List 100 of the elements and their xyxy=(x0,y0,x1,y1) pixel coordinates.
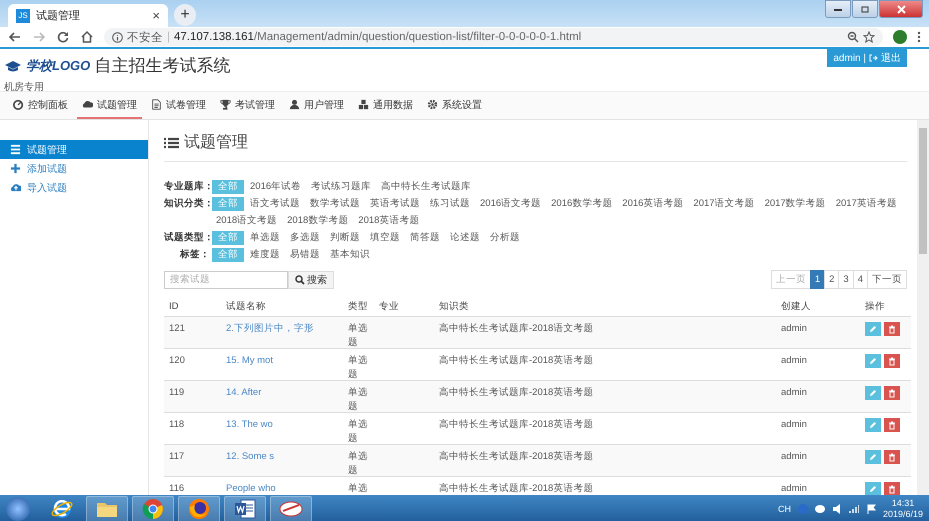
browser-tab[interactable]: JS 试题管理 × xyxy=(8,4,168,27)
url-separator: | xyxy=(167,31,170,43)
nav-tab[interactable]: 试卷管理 xyxy=(146,92,211,119)
delete-button[interactable] xyxy=(884,322,900,336)
filter-option[interactable]: 练习试题 xyxy=(426,197,474,211)
filter-option[interactable]: 2016数学考题 xyxy=(547,197,616,211)
question-link[interactable]: 13. The wo xyxy=(226,419,273,430)
nav-tab[interactable]: 用户管理 xyxy=(284,92,349,119)
knowledge-cell-text: 高中特长生考试题库-2018英语考题 xyxy=(438,386,594,400)
filter-option[interactable]: 难度题 xyxy=(246,248,284,262)
clock[interactable]: 14:31 2019/6/19 xyxy=(882,498,923,520)
creator-cell-text: admin xyxy=(780,322,808,336)
filter-option[interactable]: 单选题 xyxy=(246,231,284,245)
search-button[interactable]: 搜索 xyxy=(288,270,334,288)
chat-icon[interactable] xyxy=(814,504,825,514)
page-button[interactable]: 2 xyxy=(824,270,840,289)
nav-tab[interactable]: 通用数据 xyxy=(353,92,418,119)
mortarboard-icon xyxy=(4,60,22,72)
filter-option[interactable]: 2016年试卷 xyxy=(246,180,306,194)
filter-label: 标签： xyxy=(178,248,210,262)
delete-button[interactable] xyxy=(884,418,900,432)
flag-icon[interactable] xyxy=(866,504,876,514)
sidebar-item[interactable]: 试题管理 xyxy=(0,140,148,159)
back-icon[interactable] xyxy=(8,30,22,44)
question-link[interactable]: 12. Some s xyxy=(226,451,274,462)
app-logo-icon[interactable] xyxy=(280,502,302,516)
speaker-icon[interactable] xyxy=(832,504,842,514)
knowledge-cell-text: 高中特长生考试题库-2018英语考题 xyxy=(438,354,594,368)
filter-option[interactable]: 基本知识 xyxy=(326,248,374,262)
star-icon[interactable] xyxy=(863,31,875,43)
network-icon[interactable] xyxy=(848,504,859,514)
sidebar-item[interactable]: 导入试题 xyxy=(0,178,148,197)
filter-option[interactable]: 英语考试题 xyxy=(366,197,424,211)
delete-button[interactable] xyxy=(884,450,900,464)
filter-option[interactable]: 2017数学考题 xyxy=(760,197,830,211)
id-cell-text: 117 xyxy=(168,450,186,464)
filter-option[interactable]: 简答题 xyxy=(406,231,444,245)
filter-option[interactable]: 高中特长生考试题库 xyxy=(377,180,476,194)
question-link[interactable]: 2.下列图片中，字形 xyxy=(226,323,314,334)
minimize-button[interactable] xyxy=(825,0,851,18)
logo-text: 学校LOGO xyxy=(26,56,90,74)
profile-avatar[interactable] xyxy=(893,30,907,44)
filter-option[interactable]: 多选题 xyxy=(286,231,324,245)
delete-button[interactable] xyxy=(884,482,900,495)
info-icon[interactable] xyxy=(112,32,123,42)
home-icon[interactable] xyxy=(80,30,94,44)
filter-option[interactable]: 2016语文考题 xyxy=(476,197,546,211)
scrollbar[interactable] xyxy=(917,120,929,495)
id-cell-text: 118 xyxy=(168,418,186,432)
creator-cell-text: admin xyxy=(780,482,808,495)
filter-option[interactable]: 填空题 xyxy=(366,231,404,245)
id-cell-text: 116 xyxy=(168,482,186,495)
sidebar-item[interactable]: 添加试题 xyxy=(0,159,148,178)
address-bar[interactable]: 不安全 | 47.107.138.161/Management/admin/question/question-list/filter-0-0-0-0-0-1.html xyxy=(104,28,883,46)
page-button[interactable]: 3 xyxy=(838,270,854,289)
page-button[interactable]: 下一页 xyxy=(867,270,907,289)
nav-tab[interactable]: 试题管理 xyxy=(77,92,142,119)
question-link[interactable]: 15. My mot xyxy=(226,355,273,366)
filter-option[interactable]: 论述题 xyxy=(446,231,484,245)
start-button[interactable] xyxy=(6,497,30,521)
browser-icon[interactable] xyxy=(189,499,209,519)
browser-icon[interactable] xyxy=(142,499,163,519)
document-app-icon[interactable] xyxy=(235,500,256,518)
tab-close-button[interactable]: × xyxy=(152,8,160,23)
column-header: 试题名称 xyxy=(225,300,267,313)
trash-icon xyxy=(888,324,896,334)
filter-option[interactable]: 考试练习题库 xyxy=(307,180,376,194)
filter-option[interactable]: 2018语文考题 xyxy=(212,214,282,228)
search-field[interactable]: 搜索试题 xyxy=(164,270,288,288)
filter-option[interactable]: 2018数学考题 xyxy=(283,214,352,228)
menu-icon[interactable] xyxy=(917,31,921,43)
new-tab-button[interactable]: + xyxy=(174,4,196,26)
site-title: 自主招生考试系统 xyxy=(94,55,230,77)
nav-tab[interactable]: 系统设置 xyxy=(422,92,487,119)
filter-option[interactable]: 2016英语考题 xyxy=(618,197,688,211)
filter-label: 试题类型： xyxy=(164,231,210,245)
filter-option[interactable]: 2018英语考题 xyxy=(354,214,424,228)
browser-icon[interactable] xyxy=(52,500,72,518)
cubes-icon xyxy=(358,99,369,110)
language-indicator[interactable]: CH xyxy=(778,504,791,514)
filter-option[interactable]: 语文考试题 xyxy=(246,197,304,211)
nav-tab[interactable]: 考试管理 xyxy=(215,92,280,119)
tab-title: 试题管理 xyxy=(36,9,81,23)
filter-option[interactable]: 判断题 xyxy=(326,231,364,245)
delete-button[interactable] xyxy=(884,386,900,400)
close-button[interactable] xyxy=(879,0,923,18)
filter-option[interactable]: 分析题 xyxy=(486,231,524,245)
column-header: ID xyxy=(168,301,180,312)
delete-button[interactable] xyxy=(884,354,900,368)
restore-button[interactable] xyxy=(852,0,878,18)
filter-option[interactable]: 2017语文考题 xyxy=(689,197,759,211)
zoom-icon[interactable] xyxy=(847,31,859,43)
reload-icon[interactable] xyxy=(56,30,70,44)
filter-option[interactable]: 2017英语考题 xyxy=(832,197,901,211)
filter-option[interactable]: 易错题 xyxy=(286,248,324,262)
question-link[interactable]: People who xyxy=(226,483,276,494)
trash-icon xyxy=(888,356,896,366)
nav-tab[interactable]: 控制面板 xyxy=(8,92,73,119)
question-link[interactable]: 14. After xyxy=(226,387,262,398)
filter-option[interactable]: 数学考试题 xyxy=(306,197,364,211)
